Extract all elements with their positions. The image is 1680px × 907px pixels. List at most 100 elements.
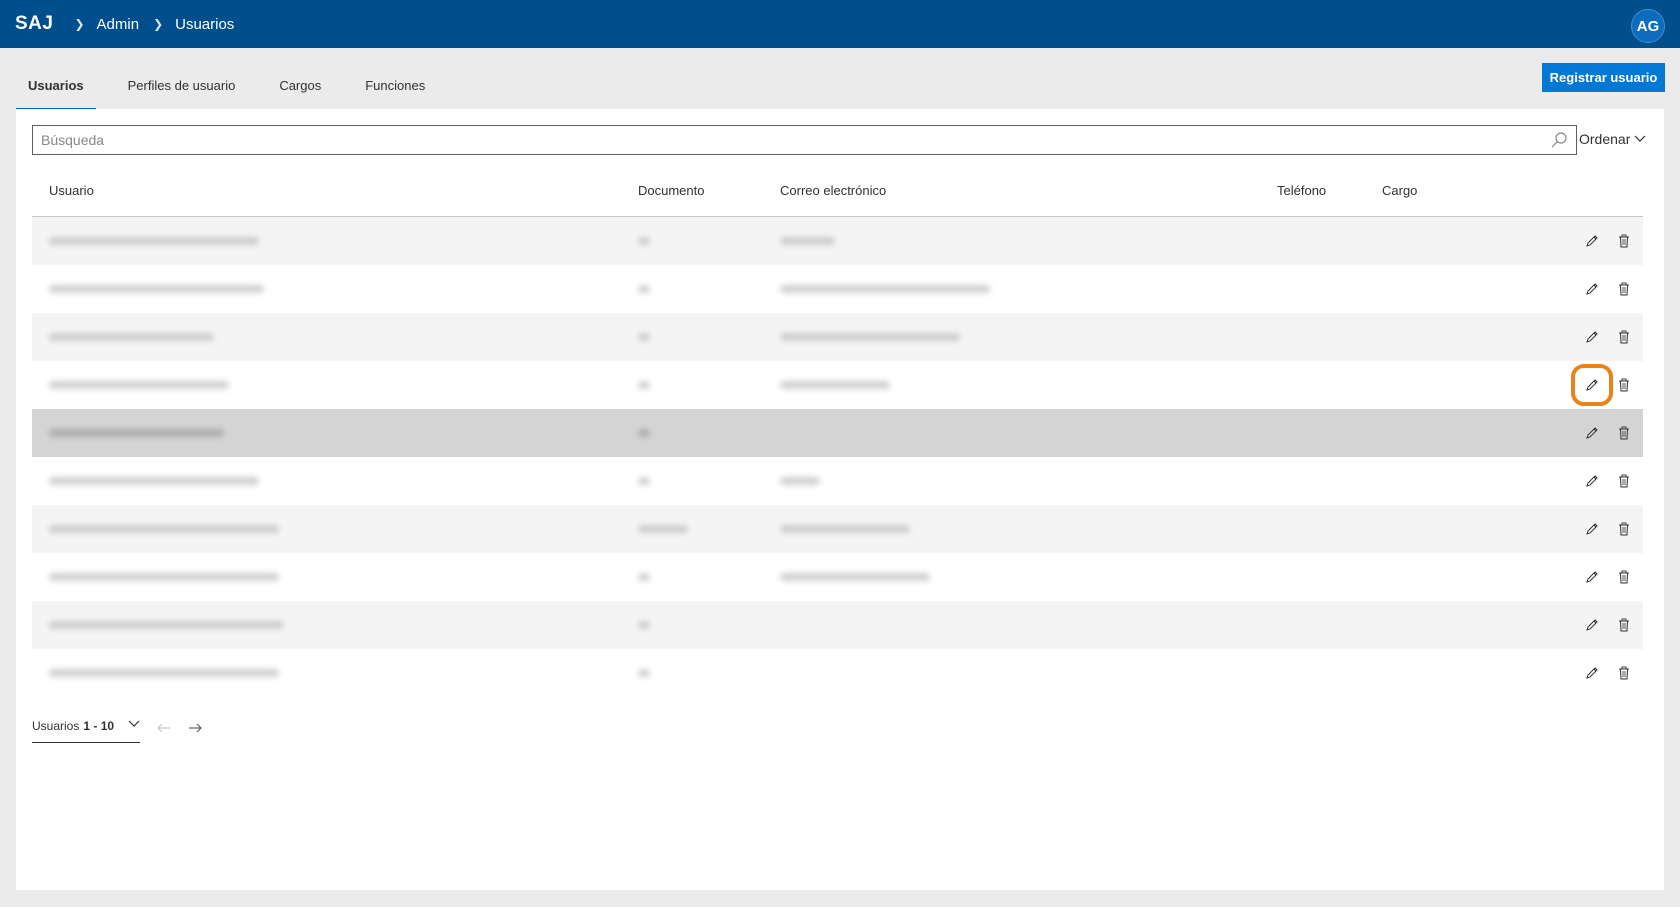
blurred-user-name bbox=[49, 573, 279, 581]
trash-icon[interactable] bbox=[1614, 519, 1634, 539]
chevron-right-icon: ❯ bbox=[153, 17, 164, 31]
breadcrumb-usuarios[interactable]: Usuarios bbox=[175, 16, 234, 33]
blurred-user-name bbox=[49, 669, 279, 677]
column-cargo[interactable]: Cargo bbox=[1382, 183, 1417, 198]
table-row[interactable] bbox=[32, 409, 1643, 457]
table-row[interactable] bbox=[32, 553, 1643, 601]
register-user-button[interactable]: Registrar usuario bbox=[1542, 63, 1665, 92]
previous-page-icon[interactable] bbox=[157, 723, 171, 733]
table-body bbox=[32, 217, 1643, 697]
table-row[interactable] bbox=[32, 601, 1643, 649]
column-documento[interactable]: Documento bbox=[638, 183, 704, 198]
row-actions bbox=[1582, 663, 1634, 683]
blurred-document bbox=[638, 573, 650, 581]
table-row[interactable] bbox=[32, 505, 1643, 553]
blurred-document bbox=[638, 285, 650, 293]
table-row[interactable] bbox=[32, 361, 1643, 409]
blurred-user-name bbox=[49, 333, 214, 341]
tab-cargos[interactable]: Cargos bbox=[267, 68, 333, 108]
sort-label: Ordenar bbox=[1579, 131, 1631, 147]
blurred-document bbox=[638, 669, 650, 677]
blurred-document bbox=[638, 381, 650, 389]
blurred-user-name bbox=[49, 477, 259, 485]
blurred-document bbox=[638, 333, 650, 341]
trash-icon[interactable] bbox=[1614, 471, 1634, 491]
tab-usuarios[interactable]: Usuarios bbox=[16, 68, 96, 110]
next-page-icon[interactable] bbox=[188, 723, 202, 733]
row-actions bbox=[1582, 231, 1634, 251]
pencil-icon[interactable] bbox=[1582, 231, 1602, 251]
pencil-icon[interactable] bbox=[1582, 567, 1602, 587]
row-actions bbox=[1582, 471, 1634, 491]
pager-range: 1 - 10 bbox=[83, 719, 115, 733]
blurred-user-name bbox=[49, 429, 224, 437]
tab-bar: Usuarios Perfiles de usuario Cargos Func… bbox=[16, 68, 457, 110]
pencil-icon[interactable] bbox=[1571, 364, 1613, 406]
table-header: Usuario Documento Correo electrónico Tel… bbox=[32, 167, 1643, 217]
trash-icon[interactable] bbox=[1614, 375, 1634, 395]
pencil-icon[interactable] bbox=[1582, 327, 1602, 347]
column-correo[interactable]: Correo electrónico bbox=[780, 183, 886, 198]
row-actions bbox=[1582, 327, 1634, 347]
row-actions bbox=[1571, 364, 1634, 406]
trash-icon[interactable] bbox=[1614, 567, 1634, 587]
blurred-document bbox=[638, 525, 688, 533]
pencil-icon[interactable] bbox=[1582, 279, 1602, 299]
pencil-icon[interactable] bbox=[1582, 519, 1602, 539]
row-actions bbox=[1582, 279, 1634, 299]
blurred-document bbox=[638, 429, 650, 437]
trash-icon[interactable] bbox=[1614, 615, 1634, 635]
pager-label: Usuarios bbox=[32, 719, 80, 733]
blurred-email bbox=[780, 285, 990, 293]
blurred-user-name bbox=[49, 381, 229, 389]
pencil-icon[interactable] bbox=[1582, 471, 1602, 491]
pencil-icon[interactable] bbox=[1582, 423, 1602, 443]
table-row[interactable] bbox=[32, 313, 1643, 361]
avatar[interactable]: AG bbox=[1631, 9, 1665, 43]
breadcrumb-admin[interactable]: Admin bbox=[97, 16, 140, 33]
sort-dropdown[interactable]: Ordenar bbox=[1579, 131, 1646, 147]
table-row[interactable] bbox=[32, 265, 1643, 313]
row-actions bbox=[1582, 519, 1634, 539]
table-row[interactable] bbox=[32, 217, 1643, 265]
tab-funciones[interactable]: Funciones bbox=[353, 68, 437, 108]
users-panel: Búsqueda Ordenar Usuario Documento Corre… bbox=[16, 109, 1664, 890]
pencil-icon[interactable] bbox=[1582, 615, 1602, 635]
blurred-user-name bbox=[49, 621, 284, 629]
chevron-down-icon bbox=[128, 720, 140, 727]
trash-icon[interactable] bbox=[1614, 231, 1634, 251]
chevron-right-icon: ❯ bbox=[74, 17, 85, 31]
trash-icon[interactable] bbox=[1614, 327, 1634, 347]
blurred-document bbox=[638, 477, 650, 485]
column-usuario[interactable]: Usuario bbox=[49, 183, 94, 198]
table-row[interactable] bbox=[32, 649, 1643, 697]
blurred-user-name bbox=[49, 237, 259, 245]
blurred-document bbox=[638, 237, 650, 245]
app-logo[interactable]: SAJ bbox=[15, 13, 53, 35]
search-icon[interactable] bbox=[1550, 131, 1568, 149]
row-actions bbox=[1582, 423, 1634, 443]
chevron-down-icon bbox=[1634, 135, 1646, 142]
search-placeholder: Búsqueda bbox=[41, 132, 105, 148]
trash-icon[interactable] bbox=[1614, 663, 1634, 683]
row-actions bbox=[1582, 615, 1634, 635]
blurred-email bbox=[780, 525, 910, 533]
blurred-email bbox=[780, 477, 820, 485]
blurred-email bbox=[780, 381, 890, 389]
blurred-user-name bbox=[49, 525, 279, 533]
row-actions bbox=[1582, 567, 1634, 587]
column-telefono[interactable]: Teléfono bbox=[1277, 183, 1326, 198]
blurred-email bbox=[780, 237, 835, 245]
table-row[interactable] bbox=[32, 457, 1643, 505]
blurred-email bbox=[780, 333, 960, 341]
tab-perfiles-de-usuario[interactable]: Perfiles de usuario bbox=[116, 68, 248, 108]
pencil-icon[interactable] bbox=[1582, 663, 1602, 683]
blurred-document bbox=[638, 621, 650, 629]
trash-icon[interactable] bbox=[1614, 423, 1634, 443]
page-size-selector[interactable]: Usuarios 1 - 10 bbox=[32, 710, 140, 743]
blurred-email bbox=[780, 573, 930, 581]
trash-icon[interactable] bbox=[1614, 279, 1634, 299]
search-input[interactable]: Búsqueda bbox=[32, 125, 1577, 155]
blurred-user-name bbox=[49, 285, 264, 293]
top-bar: SAJ ❯ Admin ❯ Usuarios AG bbox=[0, 0, 1680, 48]
